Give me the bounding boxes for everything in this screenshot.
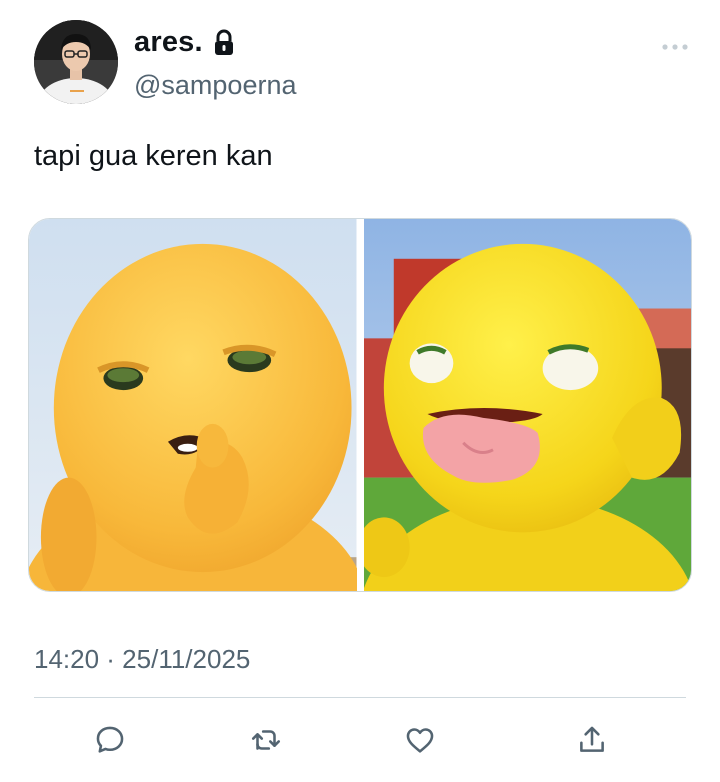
media-image-1[interactable] xyxy=(29,219,357,591)
avatar-photo-icon xyxy=(34,20,118,104)
tweet-text: tapi gua keren kan xyxy=(34,140,273,172)
yellow-character-tongue-out-icon xyxy=(363,219,691,591)
display-name[interactable]: ares. xyxy=(134,26,203,59)
share-icon xyxy=(580,726,604,752)
yellow-character-finger-mouth-icon xyxy=(29,219,357,591)
reply-button[interactable] xyxy=(88,718,132,762)
user-handle[interactable]: @sampoerna xyxy=(134,70,297,101)
divider xyxy=(34,697,686,698)
action-bar xyxy=(0,718,720,762)
author-name-row[interactable]: ares. xyxy=(134,26,235,59)
retweet-icon xyxy=(251,730,281,750)
media-grid xyxy=(28,218,692,592)
media-image-2[interactable] xyxy=(363,219,691,591)
tweet-timestamp[interactable]: 14:20 · 25/11/2025 xyxy=(34,644,250,675)
tweet-card: ares. @sampoerna tapi gua keren kan 14:2… xyxy=(0,0,720,782)
heart-icon xyxy=(406,728,434,753)
retweet-button[interactable] xyxy=(244,718,288,762)
avatar[interactable] xyxy=(34,20,118,104)
reply-icon xyxy=(96,726,124,753)
lock-icon xyxy=(213,29,235,57)
more-options-icon[interactable] xyxy=(660,36,690,58)
like-button[interactable] xyxy=(398,718,442,762)
share-button[interactable] xyxy=(570,718,614,762)
